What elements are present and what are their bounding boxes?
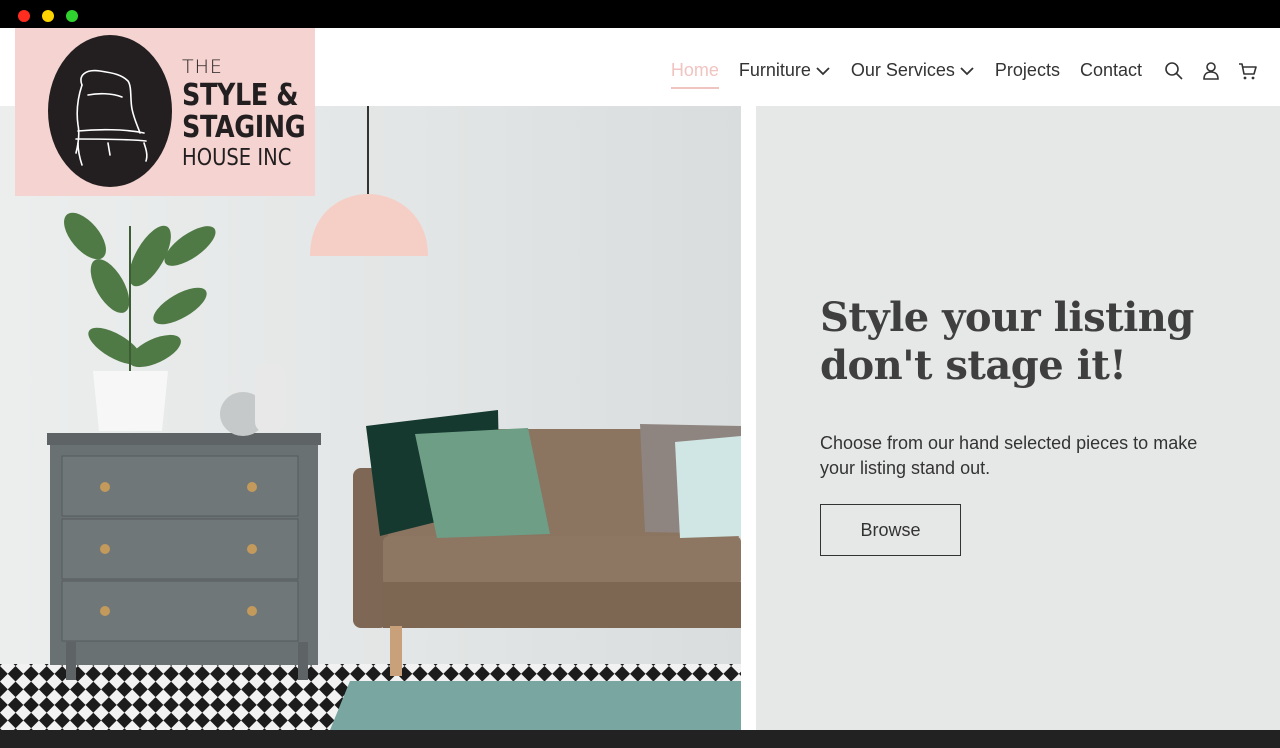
nav-icon-group [1164,61,1258,81]
nav-projects[interactable]: Projects [995,60,1060,81]
close-window-button[interactable] [18,10,30,22]
main-nav: Home Furniture Our Services Projects Con… [670,60,1258,89]
nav-furniture[interactable]: Furniture [739,60,831,81]
logo-line-1: THE [182,56,223,78]
hero-living-room-image [0,106,741,730]
hero-headline: Style your listing don't stage it! [820,294,1194,389]
window-titlebar [0,0,1280,28]
site-logo[interactable]: THE STYLE & STAGING HOUSE INC [15,28,315,196]
nav-our-services-label: Our Services [850,60,955,80]
nav-home[interactable]: Home [670,60,719,89]
footer-strip [0,730,1280,748]
nav-our-services[interactable]: Our Services [851,60,975,81]
maximize-window-button[interactable] [66,10,78,22]
search-icon[interactable] [1164,61,1184,81]
nav-projects-label: Projects [994,60,1060,80]
page-viewport: THE STYLE & STAGING HOUSE INC Home Furni… [0,28,1280,748]
hero-subtext: Choose from our hand selected pieces to … [820,433,1198,478]
account-icon[interactable] [1201,61,1221,81]
logo-line-3: STAGING [182,110,306,145]
nav-contact-label: Contact [1079,60,1142,80]
nav-home-label: Home [670,60,719,80]
nav-contact[interactable]: Contact [1080,60,1142,81]
logo-wordmark: THE STYLE & STAGING HOUSE INC [182,58,327,170]
browse-button[interactable]: Browse [820,504,961,556]
chair-logo-icon [48,35,172,187]
site-header: THE STYLE & STAGING HOUSE INC Home Furni… [0,28,1280,196]
minimize-window-button[interactable] [42,10,54,22]
logo-line-2: STYLE & [182,78,299,113]
logo-line-4: HOUSE INC [182,145,292,171]
chevron-down-icon [960,66,974,75]
hero-text-panel: Style your listing don't stage it! Choos… [756,106,1280,730]
chevron-down-icon [816,66,830,75]
cart-icon[interactable] [1238,61,1258,81]
nav-furniture-label: Furniture [738,60,811,80]
